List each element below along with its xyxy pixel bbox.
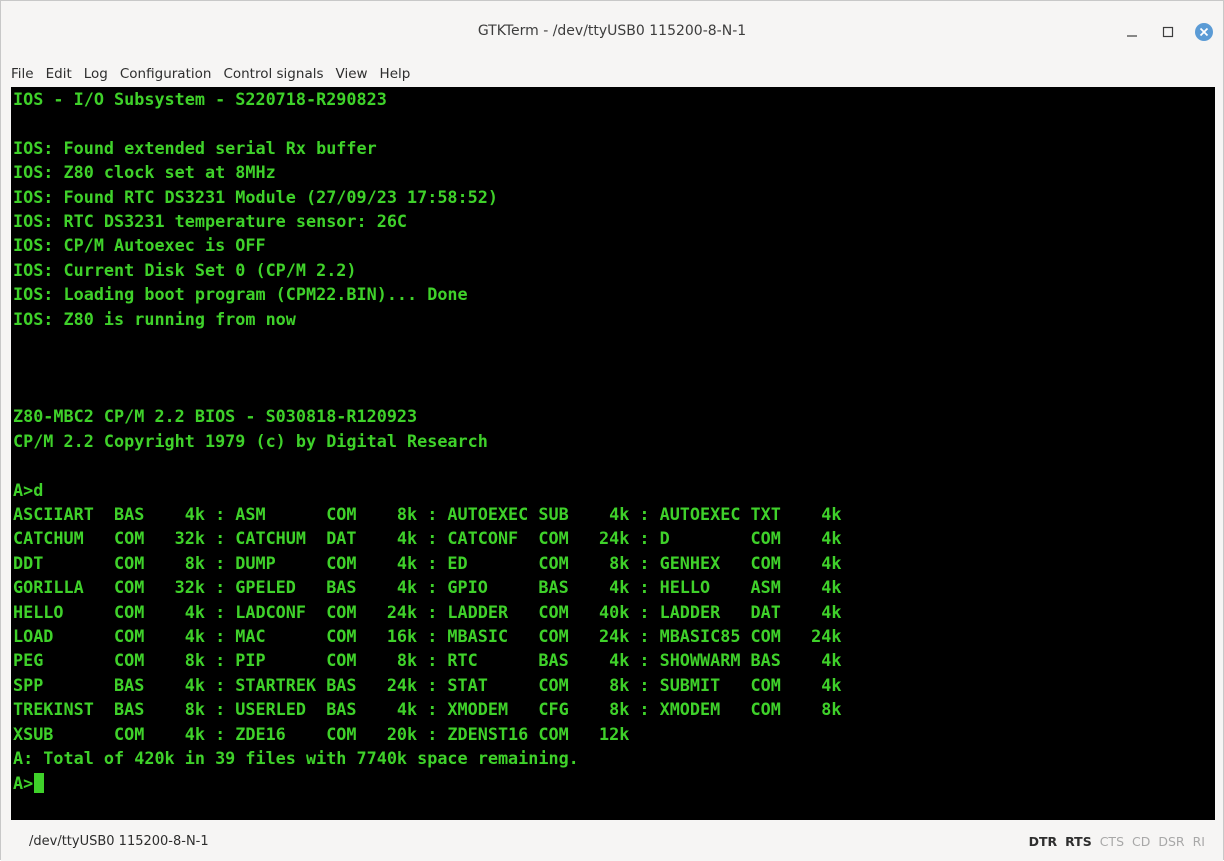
control-signals: DTR RTS CTS CD DSR RI [1029,834,1205,849]
menu-log[interactable]: Log [84,66,108,82]
signal-dtr: DTR [1028,833,1058,849]
maximize-icon [1162,26,1174,38]
close-button[interactable] [1193,21,1215,43]
menu-bar: File Edit Log Configuration Control sign… [1,61,1223,87]
window-controls [1121,21,1215,43]
signal-cd: CD [1132,833,1151,849]
minimize-icon [1127,35,1137,37]
maximize-button[interactable] [1157,21,1179,43]
signal-ri: RI [1192,833,1205,849]
title-bar[interactable]: GTKTerm - /dev/ttyUSB0 115200-8-N-1 [1,1,1223,61]
menu-control-signals[interactable]: Control signals [223,66,323,82]
menu-configuration[interactable]: Configuration [120,66,212,82]
signal-cts: CTS [1099,833,1125,849]
terminal-output: IOS - I/O Subsystem - S220718-R290823 IO… [13,89,842,768]
prompt-text: A> [13,772,34,793]
port-status: /dev/ttyUSB0 115200-8-N-1 [29,833,209,849]
menu-view[interactable]: View [336,66,368,82]
text-cursor [34,772,45,793]
menu-file[interactable]: File [11,66,34,82]
app-window: GTKTerm - /dev/ttyUSB0 115200-8-N-1 File… [0,0,1224,861]
menu-help[interactable]: Help [380,66,411,82]
terminal-view[interactable]: IOS - I/O Subsystem - S220718-R290823 IO… [11,87,1215,820]
status-bar: /dev/ttyUSB0 115200-8-N-1 DTR RTS CTS CD DSR… [1,821,1223,861]
window-title: GTKTerm - /dev/ttyUSB0 115200-8-N-1 [477,23,747,39]
minimize-button[interactable] [1121,21,1143,43]
signal-dsr: DSR [1158,833,1185,849]
close-icon [1195,23,1213,41]
signal-rts: RTS [1065,833,1092,849]
menu-edit[interactable]: Edit [46,66,72,82]
prompt-line[interactable]: A> [11,770,1215,794]
